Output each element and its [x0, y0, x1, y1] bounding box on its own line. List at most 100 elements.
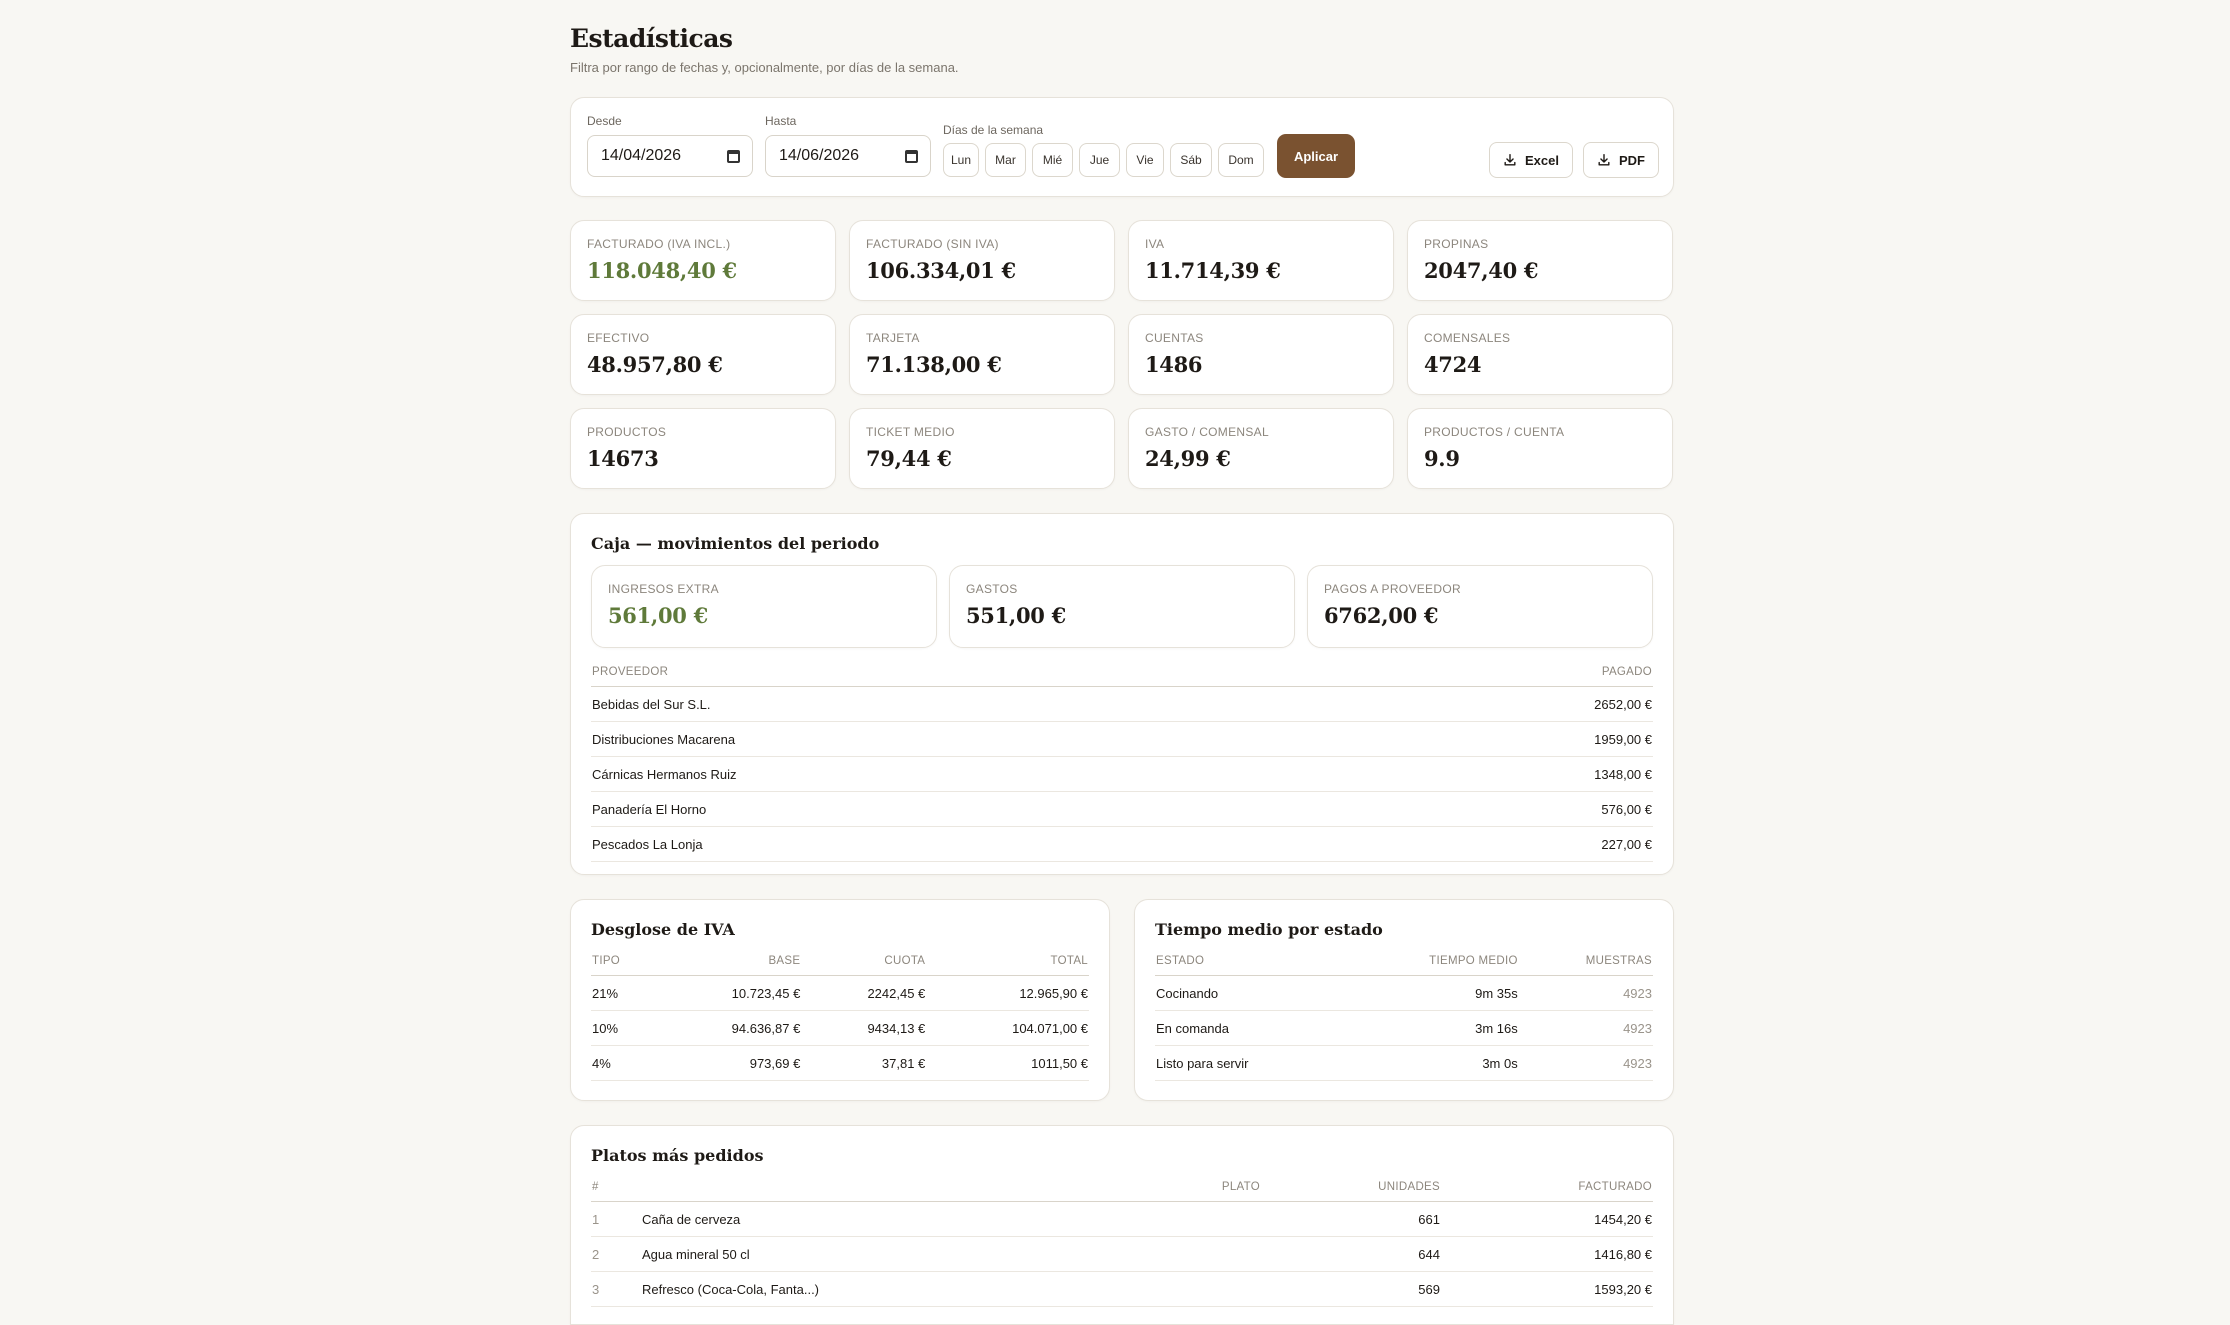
state-name: Cocinando	[1155, 975, 1341, 1011]
state-name: En comanda	[1155, 1010, 1341, 1046]
supplier-paid: 1959,00 €	[1344, 721, 1653, 757]
dish-units: 661	[1261, 1201, 1441, 1237]
iva-cuota: 2242,45 €	[801, 975, 927, 1011]
day-toggle-lun[interactable]: Lun	[943, 143, 979, 177]
kpi-ticket-medio: TICKET MEDIO 79,44 €	[849, 408, 1115, 489]
to-date-group: Hasta 14/06/2026	[765, 114, 931, 177]
table-header-row: TIPO BASE CUOTA TOTAL	[591, 946, 1089, 976]
iva-cuota: 37,81 €	[801, 1045, 927, 1081]
apply-button[interactable]: Aplicar	[1277, 134, 1355, 178]
kpi-label: COMENSALES	[1424, 331, 1511, 345]
kpi-value: 9.9	[1424, 446, 1460, 471]
kpi-label: FACTURADO (SIN IVA)	[866, 237, 999, 251]
iva-title: Desglose de IVA	[591, 920, 735, 939]
top-dishes-card: Platos más pedidos # PLATO UNIDADES FACT…	[570, 1125, 1674, 1325]
kpi-value: 1486	[1145, 352, 1203, 377]
dish-name: Refresco (Coca-Cola, Fanta...)	[641, 1271, 1261, 1307]
weekday-buttons: Lun Mar Mié Jue Vie Sáb Dom	[943, 143, 1264, 177]
kpi-value: 71.138,00 €	[866, 352, 1002, 377]
kpi-value: 551,00 €	[966, 603, 1066, 628]
day-toggle-dom[interactable]: Dom	[1218, 143, 1264, 177]
table-row: Pescados La Lonja 227,00 €	[591, 826, 1653, 862]
iva-total: 104.071,00 €	[926, 1010, 1089, 1046]
table-row: 21% 10.723,45 € 2242,45 € 12.965,90 €	[591, 975, 1089, 1011]
dish-units: 644	[1261, 1236, 1441, 1272]
day-toggle-mie[interactable]: Mié	[1032, 143, 1073, 177]
kpi-value: 14673	[587, 446, 659, 471]
kpi-value: 118.048,40 €	[587, 258, 737, 283]
from-date-group: Desde 14/04/2026	[587, 114, 753, 177]
iva-total: 12.965,90 €	[926, 975, 1089, 1011]
dish-revenue: 1416,80 €	[1441, 1236, 1653, 1272]
excel-label: Excel	[1525, 152, 1559, 168]
from-date-input[interactable]: 14/04/2026	[587, 135, 753, 177]
supplier-name: Pescados La Lonja	[591, 826, 1345, 862]
kpi-label: CUENTAS	[1145, 331, 1204, 345]
supplier-paid: 576,00 €	[1344, 791, 1653, 827]
column-header-estado: ESTADO	[1155, 946, 1341, 976]
kpi-label: PROPINAS	[1424, 237, 1489, 251]
kpi-value: 48.957,80 €	[587, 352, 723, 377]
kpi-label: GASTO / COMENSAL	[1145, 425, 1269, 439]
iva-type: 4%	[591, 1045, 654, 1081]
dish-units: 569	[1261, 1271, 1441, 1307]
iva-cuota: 9434,13 €	[801, 1010, 927, 1046]
export-pdf-button[interactable]: PDF	[1583, 142, 1659, 178]
kpi-productos-cuenta: PRODUCTOS / CUENTA 9.9	[1407, 408, 1673, 489]
iva-total: 1011,50 €	[926, 1045, 1089, 1081]
column-header-cuota: CUOTA	[801, 946, 927, 976]
column-header-pagado: PAGADO	[1344, 657, 1653, 687]
day-toggle-jue[interactable]: Jue	[1079, 143, 1120, 177]
dish-rank: 3	[591, 1271, 641, 1307]
kpi-label: GASTOS	[966, 582, 1018, 596]
table-row: Bebidas del Sur S.L. 2652,00 €	[591, 686, 1653, 722]
download-icon	[1598, 154, 1610, 166]
to-date-input[interactable]: 14/06/2026	[765, 135, 931, 177]
calendar-icon[interactable]	[905, 149, 918, 163]
day-toggle-mar[interactable]: Mar	[985, 143, 1026, 177]
top-dishes-title: Platos más pedidos	[591, 1146, 764, 1165]
iva-type: 21%	[591, 975, 654, 1011]
avg-time-card: Tiempo medio por estado ESTADO TIEMPO ME…	[1134, 899, 1674, 1101]
kpi-gastos: GASTOS 551,00 €	[949, 565, 1295, 648]
kpi-ingresos-extra: INGRESOS EXTRA 561,00 €	[591, 565, 937, 648]
column-header-muestras: MUESTRAS	[1518, 946, 1653, 976]
supplier-name: Bebidas del Sur S.L.	[591, 686, 1345, 722]
dish-rank: 1	[591, 1201, 641, 1237]
export-excel-button[interactable]: Excel	[1489, 142, 1573, 178]
kpi-iva: IVA 11.714,39 €	[1128, 220, 1394, 301]
kpi-value: 4724	[1424, 352, 1482, 377]
kpi-value: 79,44 €	[866, 446, 952, 471]
kpi-efectivo: EFECTIVO 48.957,80 €	[570, 314, 836, 395]
kpi-label: PRODUCTOS / CUENTA	[1424, 425, 1565, 439]
to-date-value: 14/06/2026	[779, 147, 860, 164]
iva-breakdown-card: Desglose de IVA TIPO BASE CUOTA TOTAL 21…	[570, 899, 1110, 1101]
column-header-tiempo-medio: TIEMPO MEDIO	[1340, 946, 1519, 976]
avg-time-title: Tiempo medio por estado	[1155, 920, 1383, 939]
kpi-value: 6762,00 €	[1324, 603, 1439, 628]
state-samples: 4923	[1518, 1045, 1653, 1081]
iva-base: 973,69 €	[653, 1045, 802, 1081]
table-row: Cárnicas Hermanos Ruiz 1348,00 €	[591, 756, 1653, 792]
caja-section: Caja — movimientos del periodo INGRESOS …	[570, 513, 1674, 875]
calendar-icon[interactable]	[727, 149, 740, 163]
day-toggle-sab[interactable]: Sáb	[1170, 143, 1212, 177]
iva-base: 10.723,45 €	[653, 975, 802, 1011]
iva-table: TIPO BASE CUOTA TOTAL 21% 10.723,45 € 22…	[591, 946, 1089, 1081]
kpi-comensales: COMENSALES 4724	[1407, 314, 1673, 395]
column-header-tipo: TIPO	[591, 946, 654, 976]
weekday-filter-label: Días de la semana	[943, 123, 1044, 137]
table-row: 10% 94.636,87 € 9434,13 € 104.071,00 €	[591, 1010, 1089, 1046]
column-header-unidades: UNIDADES	[1261, 1172, 1441, 1202]
dish-revenue: 1593,20 €	[1441, 1271, 1653, 1307]
kpi-productos: PRODUCTOS 14673	[570, 408, 836, 489]
iva-type: 10%	[591, 1010, 654, 1046]
two-column-section: Desglose de IVA TIPO BASE CUOTA TOTAL 21…	[570, 899, 1674, 1101]
table-header-row: PROVEEDOR PAGADO	[591, 657, 1653, 687]
state-avg-time: 3m 16s	[1340, 1010, 1519, 1046]
table-row: En comanda 3m 16s 4923	[1155, 1010, 1653, 1046]
kpi-label: PRODUCTOS	[587, 425, 667, 439]
day-toggle-vie[interactable]: Vie	[1126, 143, 1164, 177]
from-date-value: 14/04/2026	[601, 147, 682, 164]
table-row: Panadería El Horno 576,00 €	[591, 791, 1653, 827]
